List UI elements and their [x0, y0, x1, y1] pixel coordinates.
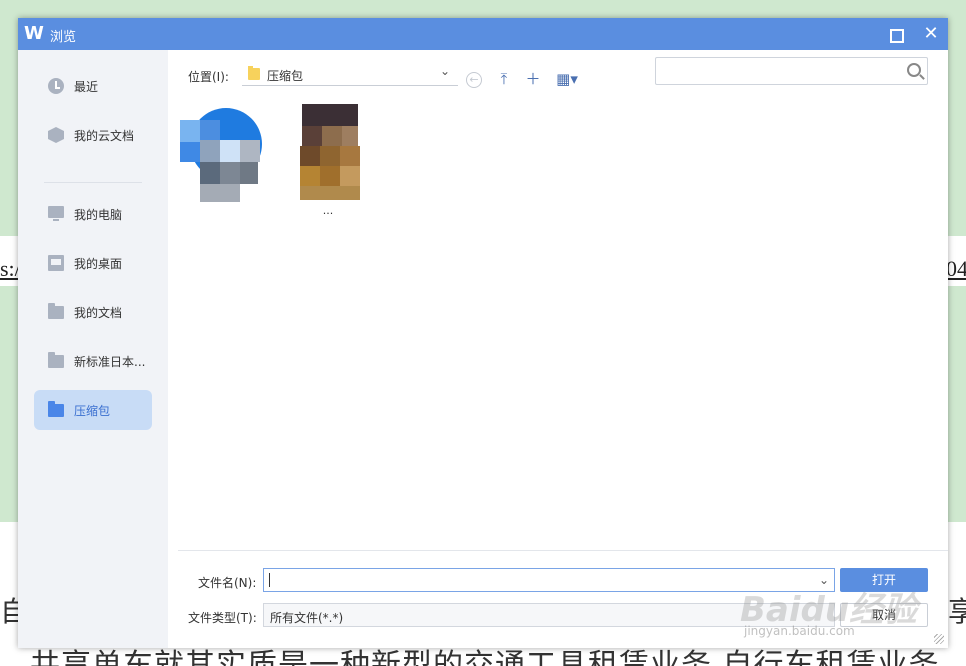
- wps-logo-icon: W: [24, 23, 44, 44]
- back-icon[interactable]: ←: [466, 72, 482, 88]
- close-icon[interactable]: ✕: [921, 24, 941, 44]
- sidebar-item-my-desktop[interactable]: 我的桌面: [34, 243, 152, 283]
- dialog-titlebar[interactable]: W 浏览 ✕: [18, 18, 948, 50]
- location-dropdown[interactable]: 压缩包 ⌄: [242, 64, 458, 86]
- file-item[interactable]: [178, 104, 274, 220]
- sidebar-item-label: 最近: [74, 80, 99, 94]
- filetype-label: 文件类型(T):: [188, 611, 257, 625]
- background-char-right: 享: [948, 597, 966, 628]
- sidebar-item-japanese-folder[interactable]: 新标准日本...: [34, 341, 152, 381]
- sidebar-item-archives[interactable]: 压缩包: [34, 390, 152, 430]
- folder-icon: [48, 303, 64, 319]
- dialog-title: 浏览: [50, 30, 77, 45]
- blurred-app-icon: [178, 104, 274, 202]
- background-link-right[interactable]: 04: [946, 256, 966, 282]
- blurred-photo: [280, 104, 376, 200]
- filename-label: 文件名(N):: [198, 576, 257, 590]
- folder-icon: [248, 66, 260, 80]
- sidebar-item-my-computer[interactable]: 我的电脑: [34, 194, 152, 234]
- browse-dialog: W 浏览 ✕ 最近 我的云文档 我的电脑 我的桌面 我的文档 新标准日本...: [18, 18, 948, 648]
- folder-icon: [48, 352, 64, 368]
- text-caret: [269, 573, 270, 587]
- sidebar-divider: [44, 182, 142, 183]
- sidebar-item-label: 我的云文档: [74, 129, 135, 143]
- chevron-down-icon[interactable]: ⌄: [440, 64, 450, 78]
- resize-grip-icon[interactable]: [934, 634, 944, 644]
- sidebar-item-label: 新标准日本...: [74, 355, 146, 369]
- sidebar-item-label: 我的桌面: [74, 257, 123, 271]
- file-name: ...: [322, 204, 334, 217]
- file-item[interactable]: ...: [280, 104, 376, 220]
- folder-icon: [48, 401, 64, 417]
- sidebar-item-cloud-docs[interactable]: 我的云文档: [34, 115, 152, 155]
- maximize-icon[interactable]: [888, 27, 904, 43]
- sidebar-item-label: 我的电脑: [74, 208, 123, 222]
- form-divider: [178, 550, 948, 551]
- cloud-cube-icon: [48, 127, 64, 143]
- sidebar-item-label: 我的文档: [74, 306, 123, 320]
- filetype-value: 所有文件(*.*): [270, 611, 344, 625]
- new-folder-icon[interactable]: ＋: [524, 70, 542, 88]
- search-icon[interactable]: [907, 63, 921, 77]
- up-folder-icon[interactable]: ⤒: [495, 70, 513, 88]
- desktop-icon: [48, 255, 64, 271]
- sidebar-item-my-documents[interactable]: 我的文档: [34, 292, 152, 332]
- search-input[interactable]: [655, 57, 928, 85]
- view-mode-icon[interactable]: ▦▾: [553, 70, 581, 88]
- location-label: 位置(I):: [188, 70, 229, 84]
- clock-icon: [48, 78, 64, 94]
- baidu-watermark-url: jingyan.baidu.com: [744, 624, 855, 638]
- sidebar-item-label: 压缩包: [74, 404, 111, 418]
- sidebar-item-recent[interactable]: 最近: [34, 66, 152, 106]
- sidebar: 最近 我的云文档 我的电脑 我的桌面 我的文档 新标准日本... 压缩包: [18, 50, 168, 648]
- monitor-icon: [48, 206, 64, 221]
- location-value: 压缩包: [267, 69, 304, 83]
